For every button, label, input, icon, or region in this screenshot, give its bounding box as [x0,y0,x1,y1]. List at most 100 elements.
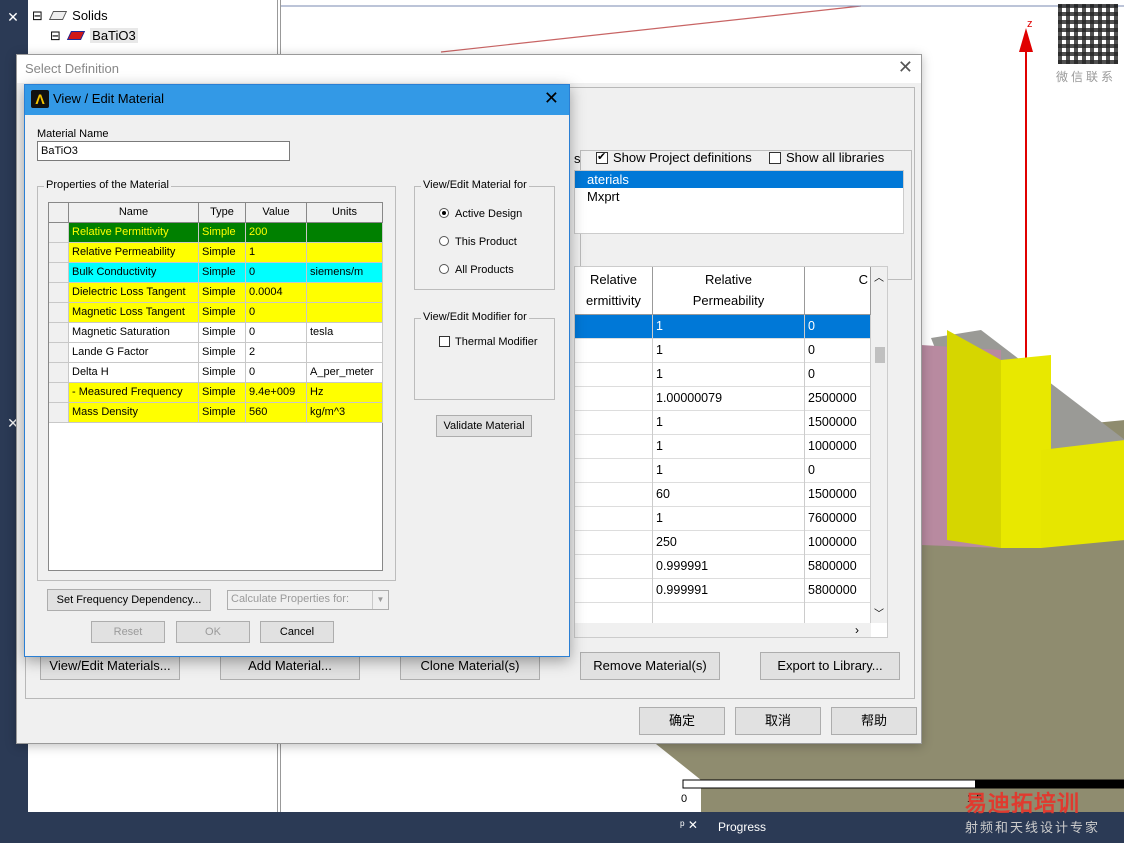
grid-cell[interactable]: 1500000 [805,483,871,507]
property-type-cell[interactable]: Simple [199,323,246,343]
property-value-cell[interactable]: 0 [246,263,307,283]
table-row[interactable]: 0.999991 5800000 [575,579,871,603]
grid-cell[interactable]: 1000000 [805,531,871,555]
help-button[interactable]: 帮助 [831,707,917,735]
row-selector[interactable] [49,303,69,323]
tree-node-batio3[interactable]: ⊟ BaTiO3 [50,28,138,44]
property-units-cell[interactable]: A_per_meter [307,363,383,383]
property-row[interactable]: Relative Permittivity Simple 200 [49,223,384,243]
property-value-cell[interactable]: 9.4e+009 [246,383,307,403]
library-item[interactable]: Mxprt [575,188,903,205]
grid-cell[interactable]: 1.00000079 [653,387,805,411]
scroll-right-icon[interactable]: › [855,623,859,637]
property-value-cell[interactable]: 1 [246,243,307,263]
property-name-cell[interactable]: - Measured Frequency [69,383,199,403]
grid-cell[interactable]: 0.999991 [653,579,805,603]
grid-cell[interactable] [575,363,653,387]
properties-table[interactable]: Name Type Value Units Relative Permittiv… [48,202,383,571]
library-item[interactable]: aterials [575,171,903,188]
grid-cell[interactable]: 1 [653,507,805,531]
radio-all-products[interactable]: All Products [439,264,514,276]
property-name-cell[interactable]: Relative Permittivity [69,223,199,243]
radio-selected-icon[interactable] [439,208,449,218]
grid-cell[interactable]: 0 [805,315,871,339]
grid-cell[interactable]: 250 [653,531,805,555]
grid-cell[interactable]: 5800000 [805,579,871,603]
row-selector[interactable] [49,383,69,403]
chevron-down-icon[interactable]: ▼ [372,591,388,609]
table-row[interactable]: 250 1000000 [575,531,871,555]
property-units-cell[interactable] [307,243,383,263]
row-selector[interactable] [49,403,69,423]
table-row[interactable]: 1.00000079 2500000 [575,387,871,411]
property-name-cell[interactable]: Relative Permeability [69,243,199,263]
grid-cell[interactable]: 1 [653,459,805,483]
grid-cell[interactable]: 60 [653,483,805,507]
export-to-library-button[interactable]: Export to Library... [760,652,900,680]
grid-cell[interactable]: 1 [653,435,805,459]
property-row[interactable]: Mass Density Simple 560 kg/m^3 [49,403,384,423]
property-type-cell[interactable]: Simple [199,243,246,263]
grid-cell[interactable]: 1 [653,411,805,435]
grid-cell[interactable]: 0 [805,363,871,387]
property-type-cell[interactable]: Simple [199,283,246,303]
row-selector[interactable] [49,323,69,343]
property-name-cell[interactable]: Magnetic Saturation [69,323,199,343]
expand-minus-icon[interactable]: ⊟ [32,8,43,23]
ok-button[interactable]: 确定 [639,707,725,735]
property-row[interactable]: Bulk Conductivity Simple 0 siemens/m [49,263,384,283]
property-units-cell[interactable]: kg/m^3 [307,403,383,423]
grid-cell[interactable]: 7600000 [805,507,871,531]
tree-node-solids[interactable]: ⊟ Solids [32,8,108,24]
grid-vertical-scrollbar[interactable]: ︿ ﹀ [871,267,887,623]
radio-this-product[interactable]: This Product [439,236,517,248]
property-row[interactable]: Dielectric Loss Tangent Simple 0.0004 [49,283,384,303]
progress-tab[interactable]: Progress [718,820,766,834]
radio-unselected-icon[interactable] [439,236,449,246]
select-definition-titlebar[interactable]: Select Definition ✕ [17,55,921,83]
grid-cell[interactable]: 5800000 [805,555,871,579]
grid-cell[interactable]: 0 [805,459,871,483]
grid-cell[interactable]: 1 [653,339,805,363]
checkbox-unchecked-icon[interactable] [439,336,450,347]
reset-button[interactable]: Reset [91,621,165,643]
table-row[interactable]: 1 7600000 [575,507,871,531]
column-header-type[interactable]: Type [199,203,246,223]
ok-button[interactable]: OK [176,621,250,643]
radio-unselected-icon[interactable] [439,264,449,274]
property-units-cell[interactable]: Hz [307,383,383,403]
grid-horizontal-scrollbar[interactable]: › [575,623,871,637]
grid-cell[interactable]: 1500000 [805,411,871,435]
property-value-cell[interactable]: 2 [246,343,307,363]
thermal-modifier-checkbox[interactable]: Thermal Modifier [439,336,538,348]
property-name-cell[interactable]: Dielectric Loss Tangent [69,283,199,303]
property-type-cell[interactable]: Simple [199,343,246,363]
scroll-up-icon[interactable]: ︿ [874,269,884,284]
table-row[interactable]: 10 [575,315,871,339]
grid-cell[interactable]: 1000000 [805,435,871,459]
property-units-cell[interactable]: tesla [307,323,383,343]
property-value-cell[interactable]: 0.0004 [246,283,307,303]
table-row[interactable]: 10 [575,363,871,387]
grid-cell[interactable] [575,435,653,459]
property-row[interactable]: Relative Permeability Simple 1 [49,243,384,263]
column-header-value[interactable]: Value [246,203,307,223]
close-icon[interactable]: ✕ [544,88,559,109]
checkbox-checked-icon[interactable] [596,150,608,164]
property-value-cell[interactable]: 0 [246,323,307,343]
grid-cell[interactable] [575,387,653,411]
materials-grid[interactable]: Relative ermittivity Relative Permeabili… [574,266,888,638]
calculate-properties-dropdown[interactable]: Calculate Properties for: ▼ [227,590,389,610]
column-header-name[interactable]: Name [69,203,199,223]
property-type-cell[interactable]: Simple [199,303,246,323]
property-row[interactable]: Magnetic Saturation Simple 0 tesla [49,323,384,343]
grid-cell[interactable] [575,315,653,339]
expand-minus-icon[interactable]: ⊟ [50,28,61,43]
table-row[interactable]: 10 [575,459,871,483]
grid-cell[interactable] [575,459,653,483]
view-edit-material-titlebar[interactable]: Λ View / Edit Material ✕ [25,85,569,115]
material-name-input[interactable] [37,141,290,161]
grid-cell[interactable] [575,339,653,363]
property-name-cell[interactable]: Lande G Factor [69,343,199,363]
grid-header-permittivity[interactable]: Relative ermittivity [575,267,653,315]
